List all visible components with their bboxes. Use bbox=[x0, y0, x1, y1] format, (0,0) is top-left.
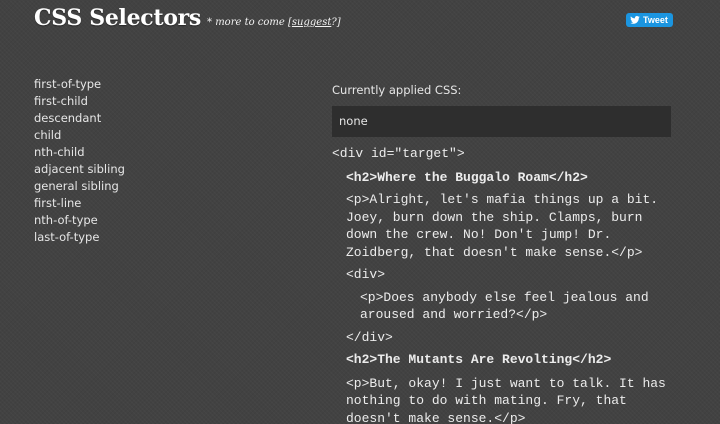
selector-list: first-of-type first-child descendant chi… bbox=[34, 76, 125, 246]
suggest-link[interactable]: suggest bbox=[292, 17, 331, 28]
selector-item-first-line[interactable]: first-line bbox=[34, 195, 125, 212]
twitter-bird-icon bbox=[630, 16, 640, 24]
code-div-open: <div id="target"> bbox=[332, 146, 465, 161]
selector-item-adjacent-sibling[interactable]: adjacent sibling bbox=[34, 161, 125, 178]
site-header: CSS Selectors * more to come [suggest?] bbox=[34, 5, 341, 31]
code-inner-div-open: <div> bbox=[346, 267, 386, 282]
tagline-prefix: * more to come [ bbox=[207, 17, 292, 28]
applied-css-label: Currently applied CSS: bbox=[332, 83, 462, 97]
applied-css-value: none bbox=[332, 106, 671, 137]
selector-item-general-sibling[interactable]: general sibling bbox=[34, 178, 125, 195]
tweet-label: Tweet bbox=[643, 15, 668, 25]
code-h2-first: <h2>Where the Buggalo Roam</h2> bbox=[346, 169, 588, 185]
code-inner-div-close: </div> bbox=[346, 329, 393, 345]
code-paragraph-second: <p>But, okay! I just want to talk. It ha… bbox=[346, 375, 674, 424]
tweet-button[interactable]: Tweet bbox=[626, 13, 673, 27]
code-paragraph-inner: <p>Does anybody else feel jealous and ar… bbox=[360, 289, 657, 323]
code-h2-second: <h2>The Mutants Are Revolting</h2> bbox=[346, 352, 612, 367]
tagline: * more to come [suggest?] bbox=[207, 17, 341, 28]
tagline-suffix: ?] bbox=[331, 17, 341, 28]
selector-item-first-of-type[interactable]: first-of-type bbox=[34, 76, 125, 93]
site-title: CSS Selectors bbox=[34, 5, 202, 31]
html-code-block: <div id="target"> <h2>Where the Buggalo … bbox=[332, 145, 677, 424]
selector-item-first-child[interactable]: first-child bbox=[34, 93, 125, 110]
selector-item-nth-of-type[interactable]: nth-of-type bbox=[34, 212, 125, 229]
selector-item-child[interactable]: child bbox=[34, 127, 125, 144]
selector-item-last-of-type[interactable]: last-of-type bbox=[34, 229, 125, 246]
code-paragraph-first: <p>Alright, let's mafia things up a bit.… bbox=[346, 192, 666, 260]
selector-item-nth-child[interactable]: nth-child bbox=[34, 144, 125, 161]
selector-item-descendant[interactable]: descendant bbox=[34, 110, 125, 127]
